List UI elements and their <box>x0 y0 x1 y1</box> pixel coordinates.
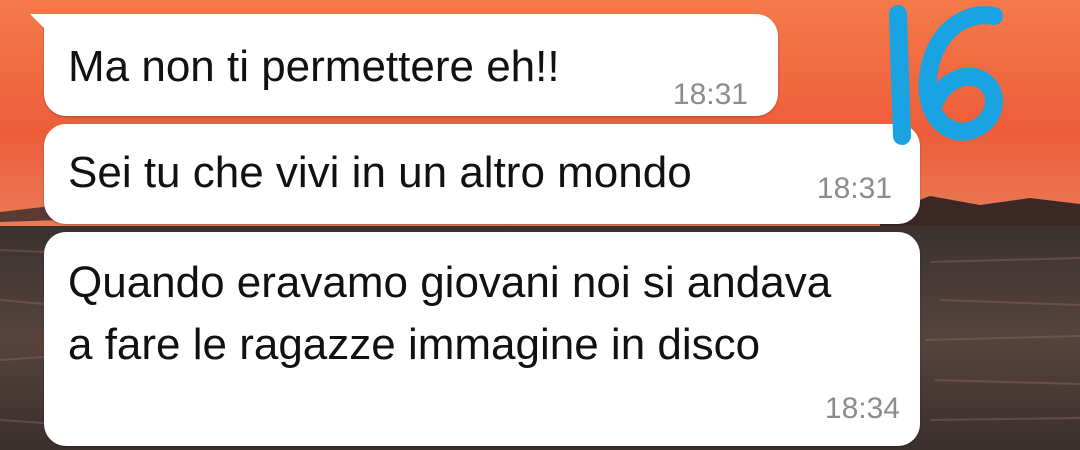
message-bubble[interactable]: Sei tu che vivi in un altro mondo 18:31 <box>44 124 920 224</box>
message-time: 18:31 <box>816 172 892 205</box>
message-text: Ma non ti permettere eh!! <box>68 42 560 91</box>
bubble-tail <box>30 14 52 36</box>
message-text: Sei tu che vivi in un altro mondo <box>68 148 692 197</box>
message-bubble[interactable]: Ma non ti permettere eh!! 18:31 <box>44 14 778 116</box>
message-time: 18:34 <box>824 392 900 425</box>
message-time: 18:31 <box>672 78 748 111</box>
message-bubble[interactable]: Quando eravamo giovani noi si andava a f… <box>44 232 920 446</box>
number-sticker-icon <box>889 5 1003 145</box>
message-text: Quando eravamo giovani noi si andava a f… <box>68 258 832 369</box>
